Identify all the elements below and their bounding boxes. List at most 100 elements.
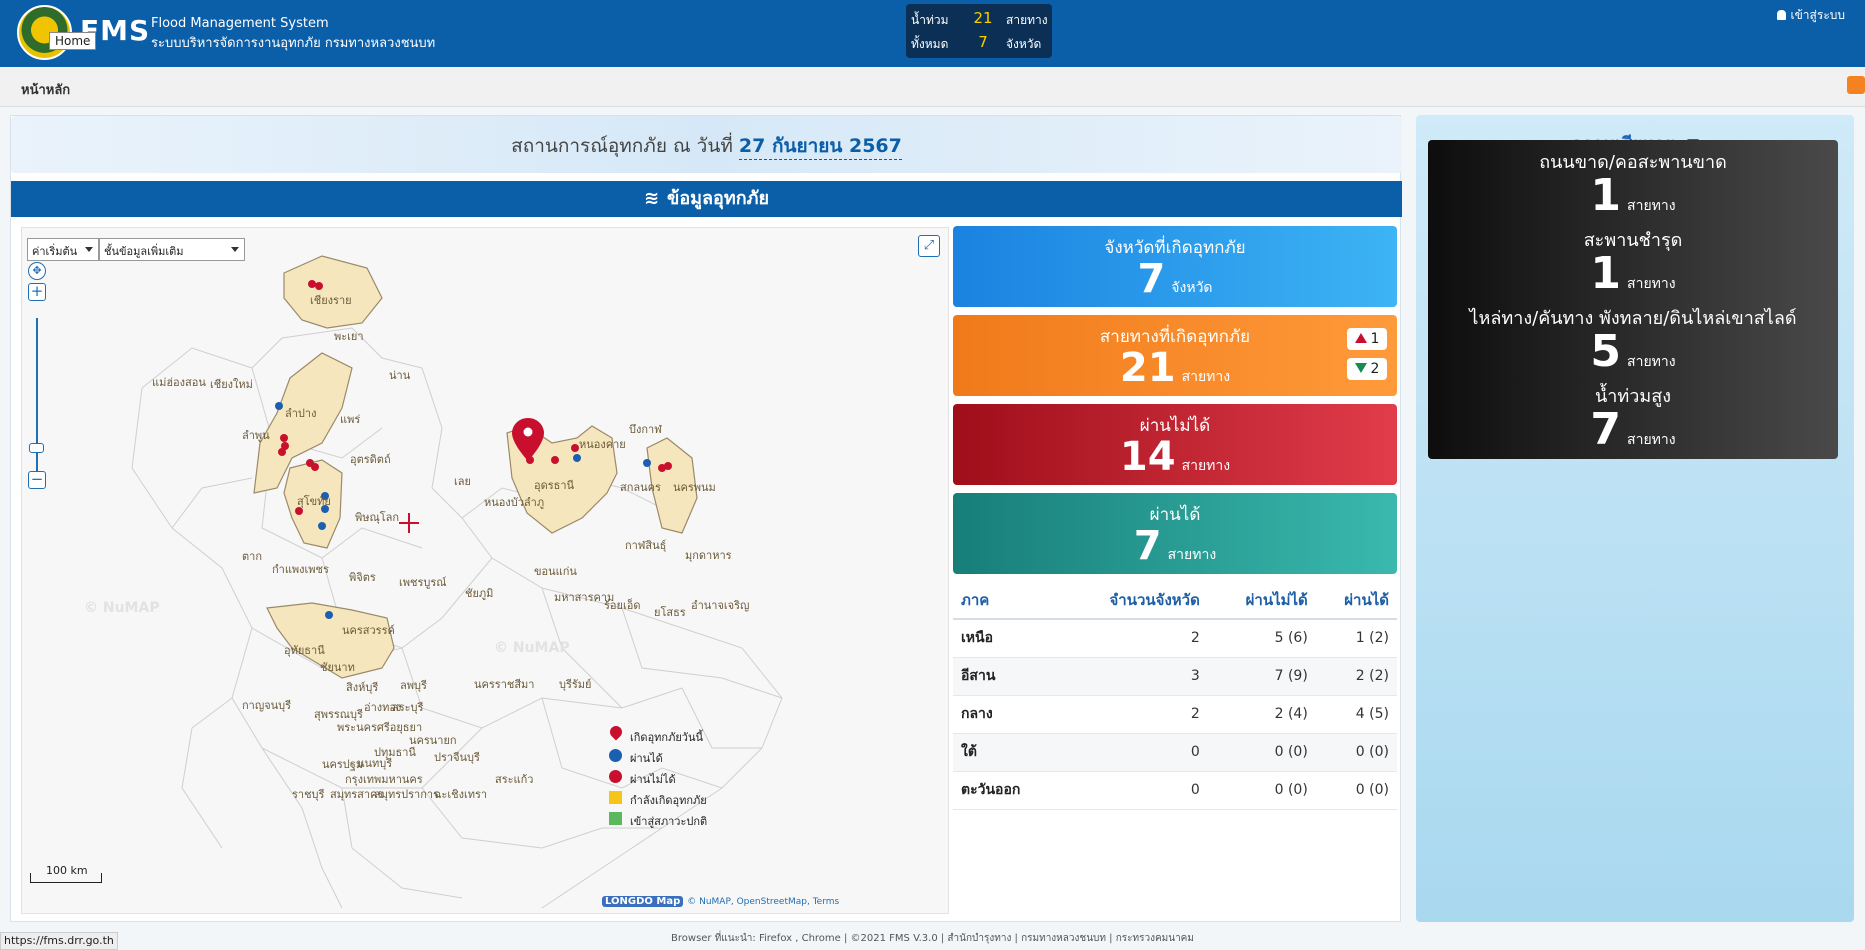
rss-icon[interactable] bbox=[1847, 76, 1865, 94]
zoom-out-button[interactable]: − bbox=[28, 471, 46, 489]
legend-item: เข้าสู่สภาวะปกติ bbox=[608, 809, 768, 830]
map-place-label: พิษณุโลก bbox=[355, 511, 400, 524]
table-cell: 0 (0) bbox=[1315, 771, 1397, 810]
pan-control-icon[interactable]: ✥ bbox=[28, 262, 46, 280]
damage-card[interactable]: ไหล่ทาง/คันทาง พังทลาย/ดินไหล่เขาสไลด์ 5 ส… bbox=[1428, 296, 1838, 381]
legend-square-icon bbox=[609, 791, 622, 804]
legend-item: กำลังเกิดอุทกภัย bbox=[608, 788, 768, 809]
damage-number: 1 bbox=[1590, 170, 1622, 221]
section-header: ≋ ข้อมูลอุทกภัย bbox=[11, 181, 1402, 217]
legend-dot-icon bbox=[609, 770, 622, 783]
breadcrumb[interactable]: หน้าหลัก bbox=[21, 79, 70, 100]
table-row: กลาง 2 2 (4) 4 (5) bbox=[953, 695, 1397, 734]
footer: Browser ที่แนะนำ: Firefox , Chrome | ©20… bbox=[0, 928, 1865, 950]
map-place-label: ปราจีนบุรี bbox=[434, 751, 480, 764]
legend-label: เกิดอุทกภัยวันนี้ bbox=[630, 731, 703, 744]
map-canvas[interactable] bbox=[22, 228, 949, 914]
increase-count: 1 bbox=[1370, 331, 1380, 347]
legend-item: ผ่านได้ bbox=[608, 746, 768, 767]
brand-subtitle-th: ระบบบริหารจัดการงานอุทกภัย กรมทางหลวงชนบ… bbox=[151, 36, 436, 51]
stat-number: 7 bbox=[1133, 523, 1162, 569]
map-place-label: เพชรบูรณ์ bbox=[399, 576, 447, 589]
decrease-count: 2 bbox=[1370, 361, 1380, 377]
table-cell: 0 bbox=[1056, 771, 1208, 810]
map-place-label: อุดรธานี bbox=[534, 479, 575, 492]
stat-card-impassable[interactable]: ผ่านไม่ได้ 14 สายทาง bbox=[953, 404, 1397, 485]
table-cell: 1 (2) bbox=[1315, 619, 1397, 658]
map-place-label: เชียงราย bbox=[310, 294, 352, 307]
login-link[interactable]: เข้าสู่ระบบ bbox=[1776, 6, 1845, 25]
map-pin-icon bbox=[607, 723, 625, 741]
damage-card[interactable]: น้ำท่วมสูง 7 สายทาง bbox=[1428, 374, 1838, 459]
map-scale-label: 100 km bbox=[46, 864, 88, 877]
summary-unit: สายทาง bbox=[1006, 13, 1048, 27]
map-place-label: ร้อยเอ็ด bbox=[604, 599, 641, 612]
map-place-label: ขอนแก่น bbox=[534, 565, 577, 578]
map-attribution[interactable]: LONGDO Map © NuMAP, OpenStreetMap, Terms bbox=[602, 896, 839, 907]
table-cell: 2 (4) bbox=[1207, 695, 1316, 734]
zoom-slider-handle[interactable] bbox=[29, 443, 44, 453]
column-header: ผ่านได้ bbox=[1315, 582, 1397, 620]
triangle-up-icon bbox=[1354, 333, 1367, 343]
damage-card[interactable]: ถนนขาด/คอสะพานขาด 1 สายทาง bbox=[1428, 140, 1838, 225]
map-place-label: อุทัยธานี bbox=[284, 644, 325, 657]
table-row: เหนือ 2 5 (6) 1 (2) bbox=[953, 619, 1397, 658]
damage-card[interactable]: สะพานชำรุด 1 สายทาง bbox=[1428, 218, 1838, 303]
fullscreen-button[interactable]: ⤢ bbox=[918, 235, 940, 257]
summary-value: 7 bbox=[978, 33, 988, 51]
column-header: ผ่านไม่ได้ bbox=[1207, 582, 1316, 620]
map-place-label: สมุทรปราการ bbox=[374, 788, 439, 801]
extra-layer-select[interactable]: ชั้นข้อมูลเพิ่มเติม bbox=[99, 238, 245, 261]
stat-card-provinces[interactable]: จังหวัดที่เกิดอุทกภัย 7 จังหวัด bbox=[953, 226, 1397, 307]
zoom-in-button[interactable]: + bbox=[28, 283, 46, 301]
stat-value: 7 จังหวัด bbox=[953, 256, 1397, 302]
damage-number: 1 bbox=[1590, 248, 1622, 299]
status-url: https://fms.drr.go.th bbox=[0, 932, 118, 950]
zoom-slider-track[interactable] bbox=[36, 318, 38, 488]
region-name-cell: เหนือ bbox=[953, 619, 1057, 658]
map-place-label: ฉะเชิงเทรา bbox=[434, 788, 488, 801]
table-row: ใต้ 0 0 (0) 0 (0) bbox=[953, 733, 1397, 772]
damage-unit: สายทาง bbox=[1627, 276, 1676, 292]
home-tooltip: Home bbox=[49, 32, 97, 50]
map-place-label: อุตรดิตถ์ bbox=[350, 453, 391, 466]
stat-number: 21 bbox=[1119, 345, 1176, 391]
map-legend: เกิดอุทกภัยวันนี้ ผ่านได้ ผ่านไม่ได้ กำลังเ… bbox=[607, 723, 768, 830]
map-place-label: ยโสธร bbox=[654, 606, 686, 619]
damage-unit: สายทาง bbox=[1627, 198, 1676, 214]
map-place-label: สุโขทัย bbox=[297, 495, 331, 508]
triangle-down-icon bbox=[1354, 363, 1367, 373]
summary-row-provinces: ทั้งหมด 7 จังหวัด bbox=[906, 31, 1052, 55]
map-place-label: สกลนคร bbox=[620, 481, 661, 494]
base-layer-value: ค่าเริ่มต้น bbox=[32, 245, 78, 258]
table-header-row: ภาค จำนวนจังหวัด ผ่านไม่ได้ ผ่านได้ bbox=[953, 582, 1397, 620]
waves-icon: ≋ bbox=[643, 188, 660, 209]
map-watermark: © NuMAP bbox=[84, 600, 160, 616]
damage-value: 1 สายทาง bbox=[1428, 170, 1838, 221]
map-place-label: นครนายก bbox=[409, 734, 457, 747]
stat-card-passable[interactable]: ผ่านได้ 7 สายทาง bbox=[953, 493, 1397, 574]
stat-card-routes[interactable]: สายทางที่เกิดอุทกภัย 21 สายทาง 1 2 bbox=[953, 315, 1397, 396]
region-name-cell: กลาง bbox=[953, 695, 1057, 734]
map-place-label: สระแก้ว bbox=[495, 773, 534, 786]
damage-number: 5 bbox=[1590, 326, 1622, 377]
map-place-label: ลำปาง bbox=[285, 407, 317, 420]
table-cell: 3 bbox=[1056, 657, 1208, 696]
stat-unit: สายทาง bbox=[1181, 369, 1231, 385]
damage-value: 7 สายทาง bbox=[1428, 404, 1838, 455]
map-place-label: บึงกาฬ bbox=[629, 423, 662, 436]
map-place-label: บุรีรัมย์ bbox=[559, 678, 592, 691]
map-place-label: แม่ฮ่องสอน bbox=[152, 376, 206, 389]
table-cell: 0 (0) bbox=[1207, 733, 1316, 772]
table-row: ตะวันออก 0 0 (0) 0 (0) bbox=[953, 771, 1397, 810]
situation-date[interactable]: 27 กันยายน 2567 bbox=[738, 135, 902, 160]
attribution-text[interactable]: © NuMAP, OpenStreetMap, Terms bbox=[687, 897, 839, 907]
base-layer-select[interactable]: ค่าเริ่มต้น bbox=[27, 238, 99, 261]
stat-number: 7 bbox=[1137, 256, 1166, 302]
flood-map[interactable]: เชียงราย พะเยา น่าน แม่ฮ่องสอน เชียงใหม่ ลำปา… bbox=[21, 227, 949, 914]
map-watermark: © NuMAP bbox=[494, 640, 570, 656]
region-name-cell: อีสาน bbox=[953, 657, 1057, 696]
map-place-label: นครราชสีมา bbox=[474, 678, 535, 691]
map-place-label: หนองบัวลำภู bbox=[484, 496, 545, 509]
longdo-map-logo[interactable]: LONGDO Map bbox=[602, 896, 684, 907]
